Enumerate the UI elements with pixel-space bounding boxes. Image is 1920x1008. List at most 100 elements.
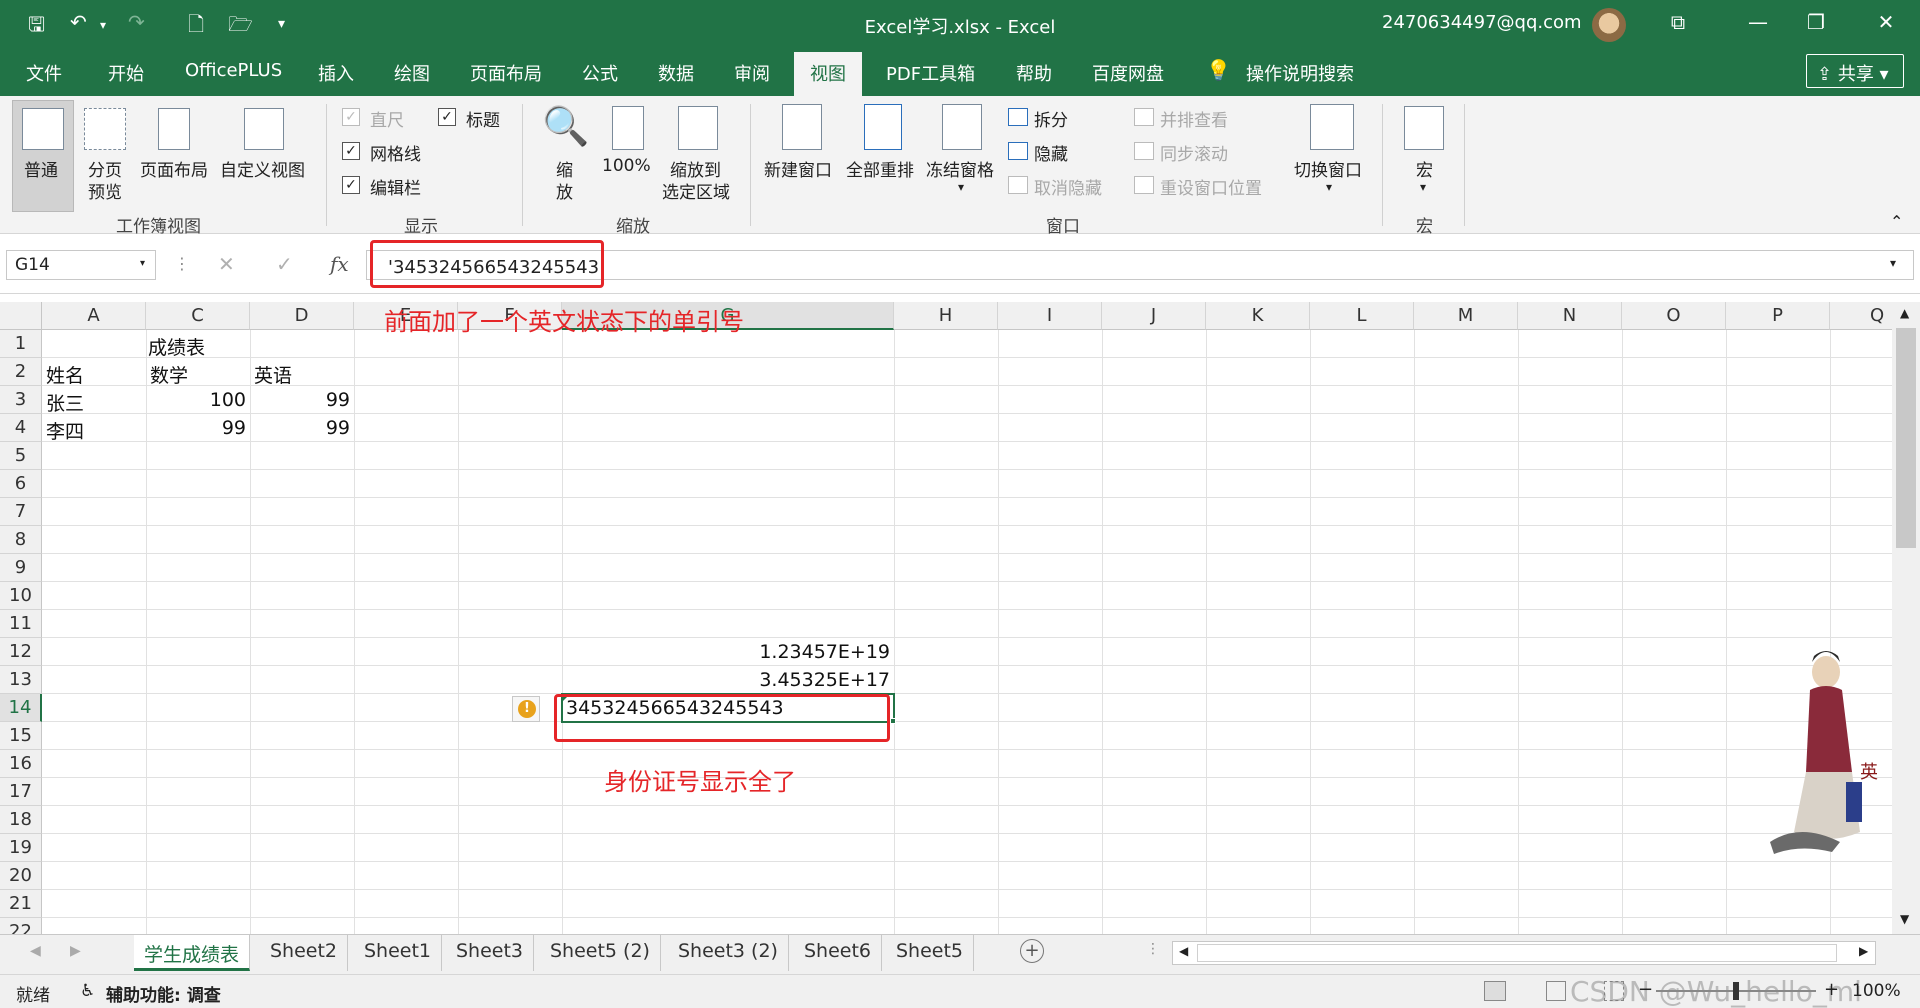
horizontal-scrollbar[interactable]: ◀ ▶ (1172, 941, 1876, 965)
sheet-tab-sheet3-2[interactable]: Sheet3 (2) (668, 935, 789, 971)
tab-page-layout[interactable]: 页面布局 (470, 60, 542, 86)
zoom-percentage[interactable]: 100% (1852, 981, 1901, 1001)
zoom-magnifier-icon[interactable]: 🔍 (542, 104, 589, 149)
sheet-tab-sheet2[interactable]: Sheet2 (260, 935, 349, 971)
row-header-3[interactable]: 3 (0, 386, 42, 414)
sheet-tab-sheet6[interactable]: Sheet6 (794, 935, 883, 971)
tab-data[interactable]: 数据 (658, 60, 694, 86)
row-header-20[interactable]: 20 (0, 862, 42, 890)
switch-windows-dropdown-icon[interactable]: ▾ (1326, 180, 1332, 194)
sheet-tab-sheet3[interactable]: Sheet3 (446, 935, 535, 971)
tab-split-grip-icon[interactable]: ⋮ (1146, 941, 1160, 957)
row-header-7[interactable]: 7 (0, 498, 42, 526)
new-window-icon[interactable] (782, 104, 822, 150)
row-header-21[interactable]: 21 (0, 890, 42, 918)
col-header-d[interactable]: D (250, 302, 354, 330)
gridlines-label[interactable]: 网格线 (370, 140, 421, 165)
page-layout-label[interactable]: 页面布局 (140, 156, 208, 181)
freeze-panes-dropdown-icon[interactable]: ▾ (958, 180, 964, 194)
vertical-scroll-thumb[interactable] (1896, 328, 1916, 548)
arrange-all-icon[interactable] (864, 104, 902, 150)
col-header-h[interactable]: H (894, 302, 998, 330)
scroll-up-icon[interactable]: ▲ (1900, 306, 1909, 320)
col-header-a[interactable]: A (42, 302, 146, 330)
col-header-j[interactable]: J (1102, 302, 1206, 330)
cell-d4[interactable]: 99 (250, 417, 350, 439)
cell-c1[interactable]: 成绩表 (148, 333, 205, 360)
row-header-13[interactable]: 13 (0, 666, 42, 694)
select-all-corner[interactable] (0, 302, 42, 330)
cell-c4[interactable]: 99 (146, 417, 246, 439)
row-header-17[interactable]: 17 (0, 778, 42, 806)
next-sheet-icon[interactable]: ▶ (70, 943, 81, 959)
horizontal-scroll-thumb[interactable] (1197, 944, 1837, 962)
zoom-to-selection-icon[interactable] (678, 106, 718, 150)
name-box-dropdown-icon[interactable]: ▾ (140, 258, 145, 269)
row-header-18[interactable]: 18 (0, 806, 42, 834)
share-button[interactable]: ⇪ 共享 ▾ (1806, 54, 1904, 88)
scroll-down-icon[interactable]: ▼ (1900, 912, 1909, 926)
close-icon[interactable]: ✕ (1866, 10, 1906, 34)
row-header-22[interactable]: 22 (0, 918, 42, 934)
tab-view[interactable]: 视图 (794, 52, 862, 96)
col-header-m[interactable]: M (1414, 302, 1518, 330)
page-break-preview-label-2[interactable]: 预览 (88, 178, 122, 203)
collapse-ribbon-icon[interactable]: ⌃ (1890, 212, 1903, 231)
new-window-label[interactable]: 新建窗口 (764, 156, 832, 181)
zoom-100-label[interactable]: 100% (602, 156, 651, 176)
headings-label[interactable]: 标题 (466, 106, 500, 131)
scroll-left-icon[interactable]: ◀ (1179, 944, 1188, 958)
switch-windows-label[interactable]: 切换窗口 (1294, 156, 1362, 181)
row-header-12[interactable]: 12 (0, 638, 42, 666)
formula-bar-checkbox[interactable]: ✓ (342, 176, 360, 194)
insert-function-icon[interactable]: fx (330, 252, 349, 276)
freeze-panes-icon[interactable] (942, 104, 982, 150)
tab-file[interactable]: 文件 (26, 60, 62, 86)
arrange-all-label[interactable]: 全部重排 (846, 156, 914, 181)
col-header-i[interactable]: I (998, 302, 1102, 330)
col-header-p[interactable]: P (1726, 302, 1830, 330)
row-header-10[interactable]: 10 (0, 582, 42, 610)
tab-review[interactable]: 审阅 (734, 60, 770, 86)
freeze-panes-label[interactable]: 冻结窗格 (926, 156, 994, 181)
prev-sheet-icon[interactable]: ◀ (30, 943, 41, 959)
cell-g12[interactable]: 1.23457E+19 (562, 641, 890, 663)
accessibility-status[interactable]: 辅助功能: 调查 (106, 981, 221, 1006)
vertical-scrollbar[interactable]: ▲ ▼ (1892, 302, 1920, 934)
row-header-9[interactable]: 9 (0, 554, 42, 582)
zoom-to-selection-label-2[interactable]: 选定区域 (662, 178, 730, 203)
row-header-4[interactable]: 4 (0, 414, 42, 442)
cell-d3[interactable]: 99 (250, 389, 350, 411)
row-header-16[interactable]: 16 (0, 750, 42, 778)
sheet-tab-sheet1[interactable]: Sheet1 (354, 935, 443, 971)
col-header-n[interactable]: N (1518, 302, 1622, 330)
minimize-icon[interactable]: — (1738, 10, 1778, 34)
zoom-100-icon[interactable] (612, 106, 644, 150)
tab-officeplus[interactable]: OfficePLUS (185, 60, 282, 81)
tab-insert[interactable]: 插入 (318, 60, 354, 86)
row-header-2[interactable]: 2 (0, 358, 42, 386)
col-header-c[interactable]: C (146, 302, 250, 330)
page-break-preview-icon[interactable] (84, 108, 126, 150)
ribbon-display-icon[interactable]: ⧉ (1658, 10, 1698, 34)
cell-a2[interactable]: 姓名 (46, 361, 84, 388)
fill-handle[interactable] (890, 718, 896, 724)
normal-view-status-icon[interactable] (1484, 981, 1506, 1001)
col-header-k[interactable]: K (1206, 302, 1310, 330)
zoom-label-2[interactable]: 放 (556, 178, 573, 203)
split-icon[interactable] (1008, 108, 1028, 126)
scroll-right-icon[interactable]: ▶ (1859, 944, 1868, 958)
tab-home[interactable]: 开始 (108, 60, 144, 86)
custom-views-label[interactable]: 自定义视图 (220, 156, 305, 181)
col-header-o[interactable]: O (1622, 302, 1726, 330)
tell-me-search[interactable]: 操作说明搜索 (1246, 60, 1354, 86)
macros-dropdown-icon[interactable]: ▾ (1420, 180, 1426, 194)
zoom-out-icon[interactable]: − (1638, 979, 1653, 1000)
name-box[interactable]: G14 (6, 250, 156, 280)
page-layout-status-icon[interactable] (1546, 981, 1566, 1001)
zoom-in-icon[interactable]: + (1824, 979, 1839, 1000)
split-label[interactable]: 拆分 (1034, 106, 1068, 131)
row-header-6[interactable]: 6 (0, 470, 42, 498)
tab-pdf-tools[interactable]: PDF工具箱 (886, 60, 975, 86)
sheet-tab-student-scores[interactable]: 学生成绩表 (134, 935, 251, 971)
